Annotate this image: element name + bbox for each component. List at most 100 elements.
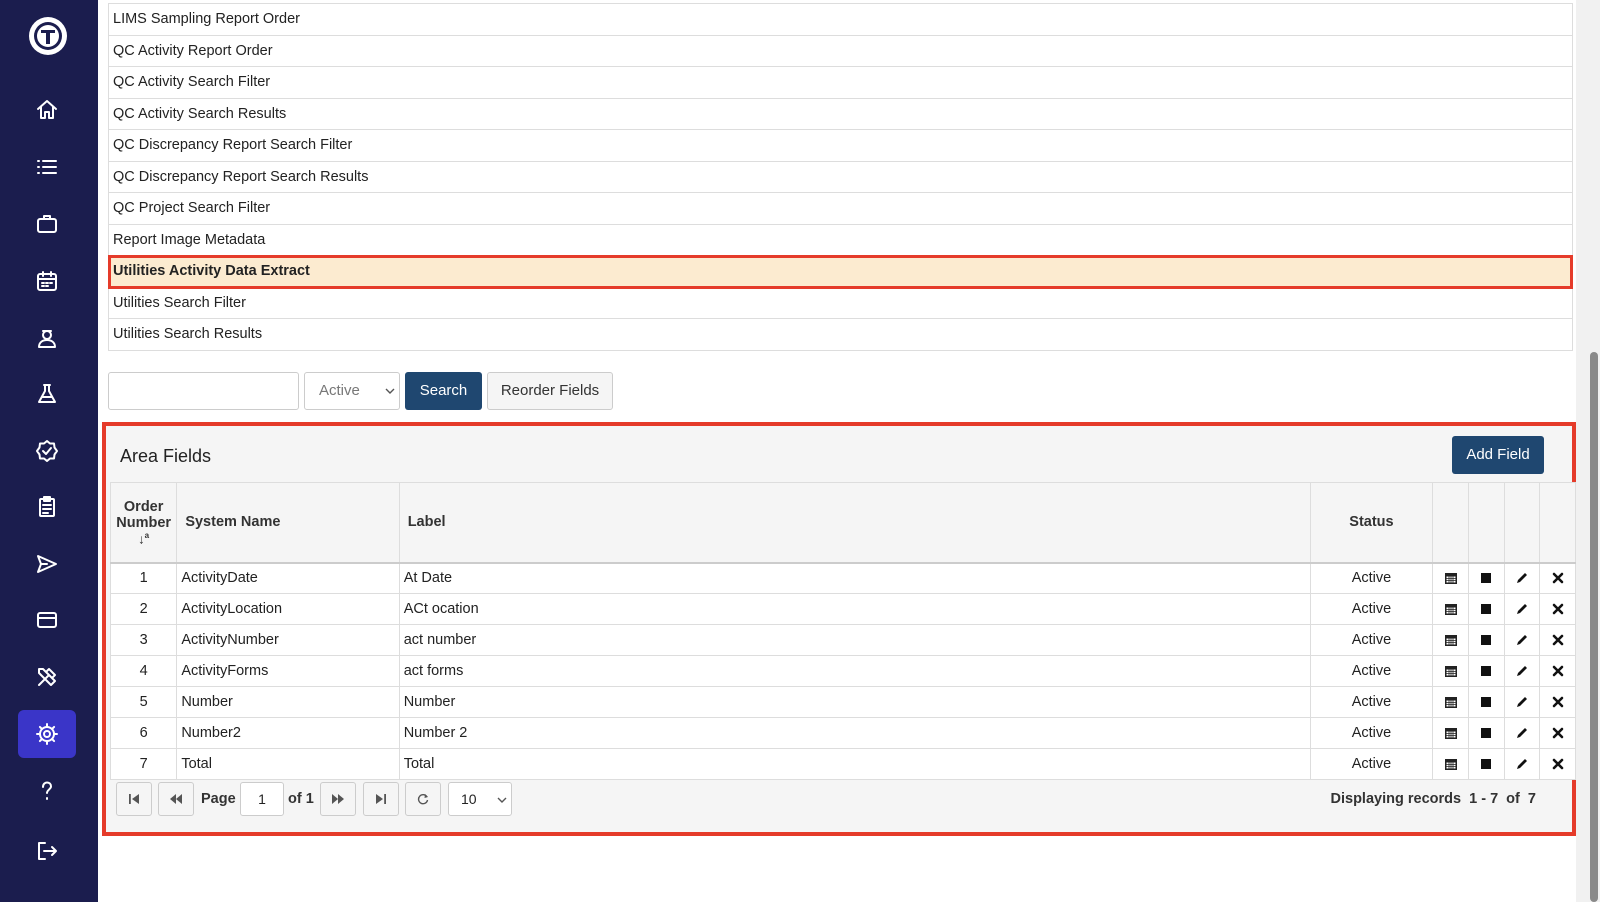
nav-home[interactable] xyxy=(18,86,76,134)
table-row[interactable]: 2 ActivityLocation ACt ocation Active xyxy=(109,593,1576,625)
refresh-button[interactable] xyxy=(405,782,441,816)
area-item[interactable]: Utilities Search Filter xyxy=(109,288,1572,319)
edit-icon xyxy=(1516,728,1527,739)
delete-button[interactable] xyxy=(1539,655,1576,687)
table-row[interactable]: 1 ActivityDate At Date Active xyxy=(109,561,1576,594)
first-page-button[interactable] xyxy=(116,782,152,816)
next-page-button[interactable] xyxy=(320,782,356,816)
stop-icon xyxy=(1481,573,1492,584)
nav-lab[interactable] xyxy=(18,370,76,418)
column-system-name[interactable]: System Name xyxy=(176,482,400,563)
edit-button[interactable] xyxy=(1503,561,1541,594)
delete-button[interactable] xyxy=(1539,717,1576,749)
logo-icon[interactable] xyxy=(29,17,67,55)
edit-button[interactable] xyxy=(1503,686,1541,718)
calendar-icon xyxy=(1444,573,1457,585)
schedule-button[interactable] xyxy=(1432,686,1469,718)
area-item[interactable]: Report Image Metadata xyxy=(109,225,1572,256)
column-label[interactable]: Label xyxy=(398,482,1311,563)
area-item[interactable]: Utilities Search Results xyxy=(109,319,1572,351)
nav-users[interactable] xyxy=(18,314,76,362)
cell-system-name: ActivityNumber xyxy=(176,624,400,656)
cell-label: Number xyxy=(398,686,1311,718)
flask-icon xyxy=(38,384,56,403)
nav-tools[interactable] xyxy=(18,653,76,701)
prev-page-icon xyxy=(170,794,182,804)
delete-button[interactable] xyxy=(1539,748,1576,780)
cell-system-name: ActivityLocation xyxy=(176,593,400,625)
deactivate-button[interactable] xyxy=(1467,561,1505,594)
page-size-select[interactable]: 10 xyxy=(448,782,512,816)
deactivate-button[interactable] xyxy=(1467,686,1505,718)
search-input[interactable] xyxy=(108,372,299,410)
schedule-button[interactable] xyxy=(1432,624,1469,656)
table-row[interactable]: 4 ActivityForms act forms Active xyxy=(109,655,1576,687)
area-item[interactable]: QC Discrepancy Report Search Filter xyxy=(109,130,1572,162)
area-item[interactable]: QC Discrepancy Report Search Results xyxy=(109,162,1572,193)
area-item[interactable]: QC Activity Search Results xyxy=(109,99,1572,130)
area-list: LIMS Sampling Report Order QC Activity R… xyxy=(108,3,1573,351)
nav-logout[interactable] xyxy=(18,827,76,875)
area-item[interactable]: QC Activity Search Filter xyxy=(109,67,1572,99)
schedule-button[interactable] xyxy=(1432,655,1469,687)
area-item[interactable]: QC Project Search Filter xyxy=(109,193,1572,225)
reorder-fields-button[interactable]: Reorder Fields xyxy=(487,372,613,410)
deactivate-button[interactable] xyxy=(1467,717,1505,749)
schedule-button[interactable] xyxy=(1432,748,1469,780)
nav-calendar[interactable] xyxy=(18,257,76,305)
fields-table: Order Number ↓a System Name Label Status… xyxy=(109,482,1576,780)
nav-projects[interactable] xyxy=(18,200,76,248)
delete-button[interactable] xyxy=(1539,624,1576,656)
edit-button[interactable] xyxy=(1503,655,1541,687)
edit-button[interactable] xyxy=(1503,717,1541,749)
delete-button[interactable] xyxy=(1539,593,1576,625)
edit-button[interactable] xyxy=(1503,593,1541,625)
schedule-button[interactable] xyxy=(1432,717,1469,749)
main-content: LIMS Sampling Report Order QC Activity R… xyxy=(98,0,1576,902)
nav-settings[interactable] xyxy=(18,710,76,758)
table-row[interactable]: 3 ActivityNumber act number Active xyxy=(109,624,1576,656)
nav-send[interactable] xyxy=(18,540,76,588)
area-item[interactable]: QC Activity Report Order xyxy=(109,36,1572,67)
search-button[interactable]: Search xyxy=(405,372,482,410)
delete-button[interactable] xyxy=(1539,686,1576,718)
deactivate-button[interactable] xyxy=(1467,748,1505,780)
delete-button[interactable] xyxy=(1539,561,1576,594)
calendar-icon xyxy=(1444,759,1457,771)
area-item[interactable]: LIMS Sampling Report Order xyxy=(109,4,1572,36)
status-select[interactable]: Active xyxy=(304,372,400,410)
prev-page-button[interactable] xyxy=(158,782,194,816)
user-icon xyxy=(38,330,56,348)
area-item-selected[interactable]: Utilities Activity Data Extract xyxy=(108,255,1573,289)
page-count: of 1 xyxy=(288,791,314,807)
edit-button[interactable] xyxy=(1503,748,1541,780)
last-page-button[interactable] xyxy=(363,782,399,816)
edit-button[interactable] xyxy=(1503,624,1541,656)
column-action-1 xyxy=(1432,482,1469,563)
nav-reports[interactable] xyxy=(18,483,76,531)
nav-qc[interactable] xyxy=(18,427,76,475)
cell-label: Number 2 xyxy=(398,717,1311,749)
edit-icon xyxy=(1516,697,1527,708)
nav-help[interactable] xyxy=(18,767,76,815)
cell-status: Active xyxy=(1309,748,1434,780)
column-status[interactable]: Status xyxy=(1309,482,1434,563)
table-row[interactable]: 6 Number2 Number 2 Active xyxy=(109,717,1576,749)
cell-label: ACt ocation xyxy=(398,593,1311,625)
calendar-icon xyxy=(1444,604,1457,616)
add-field-button[interactable]: Add Field xyxy=(1452,436,1544,474)
nav-billing[interactable] xyxy=(18,596,76,644)
scrollbar-thumb[interactable] xyxy=(1590,352,1598,902)
deactivate-button[interactable] xyxy=(1467,655,1505,687)
stop-icon xyxy=(1481,759,1492,770)
table-row[interactable]: 7 Total Total Active xyxy=(109,748,1576,780)
deactivate-button[interactable] xyxy=(1467,624,1505,656)
table-row[interactable]: 5 Number Number Active xyxy=(109,686,1576,718)
deactivate-button[interactable] xyxy=(1467,593,1505,625)
nav-list[interactable] xyxy=(18,143,76,191)
delete-icon xyxy=(1552,634,1563,646)
schedule-button[interactable] xyxy=(1432,593,1469,625)
schedule-button[interactable] xyxy=(1432,561,1469,594)
page-number-input[interactable]: 1 xyxy=(240,782,284,816)
column-order-number[interactable]: Order Number ↓a xyxy=(109,482,178,563)
